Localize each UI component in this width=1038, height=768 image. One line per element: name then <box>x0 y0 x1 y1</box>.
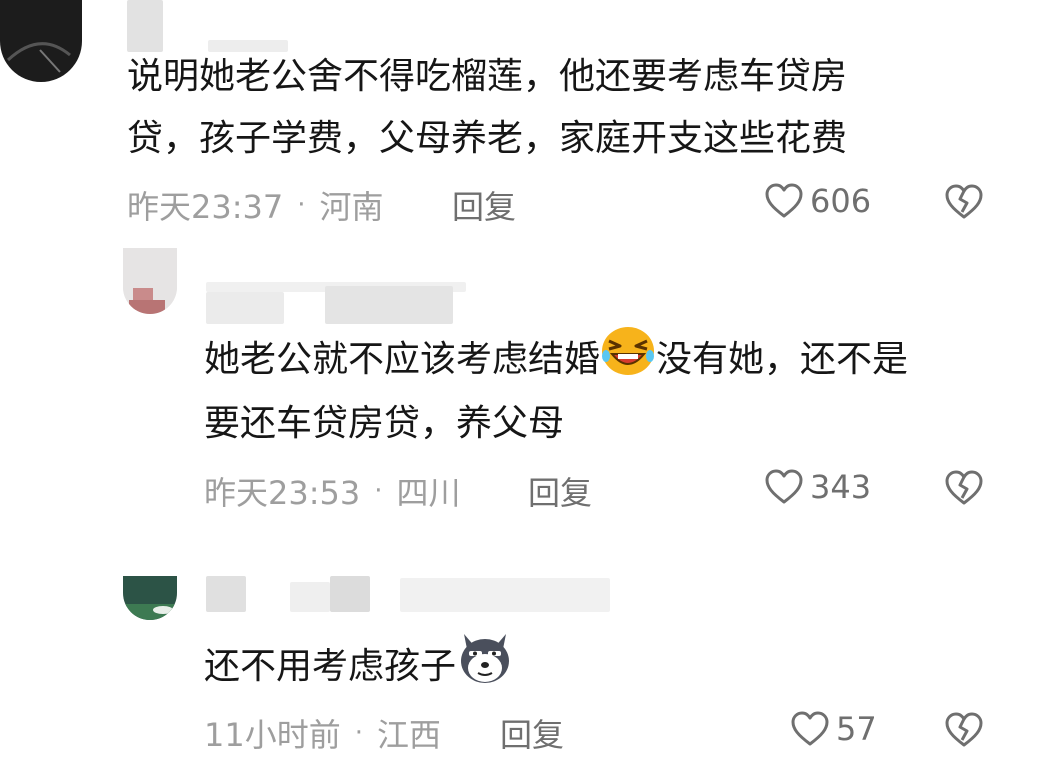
username-redacted <box>325 286 453 324</box>
comment-text-line: 还不用考虑孩子 <box>204 646 457 687</box>
comment-text: 贷，孩子学费，父母养老，家庭开支这些花费 <box>127 108 847 170</box>
comment-text: 要还车贷房贷，养父母 <box>204 393 564 455</box>
location: 四川 <box>396 474 461 512</box>
avatar[interactable] <box>0 0 82 82</box>
comment-text-line: 贷，孩子学费，父母养老，家庭开支这些花费 <box>127 118 848 159</box>
like-button[interactable]: 343 <box>764 468 871 506</box>
timestamp: 11小时前 <box>204 716 341 754</box>
heart-outline-icon <box>765 469 803 504</box>
like-count: 343 <box>810 468 872 506</box>
location: 江西 <box>377 716 442 754</box>
separator: · <box>374 476 383 506</box>
like-count: 57 <box>836 710 877 748</box>
comment-text-line: 说明她老公舍不得吃榴莲，他还要考虑车贷房 <box>127 56 848 97</box>
avatar[interactable] <box>123 248 177 314</box>
timestamp: 昨天23:37 <box>127 188 284 226</box>
heart-outline-icon <box>791 711 829 746</box>
comment-text: 说明她老公舍不得吃榴莲，他还要考虑车贷房 <box>127 46 847 108</box>
laughing-emoji-icon <box>600 326 656 396</box>
timestamp: 昨天23:53 <box>204 474 361 512</box>
husky-dog-emoji-icon <box>456 630 514 706</box>
username-redacted <box>330 576 370 612</box>
heart-outline-icon <box>765 183 803 218</box>
like-count: 606 <box>810 182 872 220</box>
comment-meta: 11小时前 · 江西 <box>204 710 441 756</box>
comment-text: 还不用考虑孩子 <box>204 630 514 706</box>
dislike-button[interactable] <box>944 711 984 753</box>
comment-text-line: 没有她，还不是 <box>656 339 909 380</box>
reply-button[interactable]: 回复 <box>500 710 564 756</box>
username-redacted <box>206 576 246 612</box>
reply-button[interactable]: 回复 <box>452 182 516 228</box>
comment-meta: 昨天23:37 · 河南 <box>127 182 384 228</box>
comment-text-line: 要还车贷房贷，养父母 <box>204 403 565 444</box>
separator: · <box>354 718 363 748</box>
like-button[interactable]: 57 <box>790 710 877 748</box>
username-redacted <box>290 582 330 612</box>
broken-heart-icon <box>945 184 983 219</box>
username-redacted <box>206 292 284 324</box>
location: 河南 <box>319 188 384 226</box>
avatar[interactable] <box>123 576 177 620</box>
comment-text-line: 她老公就不应该考虑结婚 <box>204 339 601 380</box>
broken-heart-icon <box>945 712 983 747</box>
username-redacted <box>127 0 163 52</box>
separator: · <box>297 190 306 220</box>
username-redacted <box>400 578 610 612</box>
reply-button[interactable]: 回复 <box>528 468 592 514</box>
dislike-button[interactable] <box>944 469 984 511</box>
broken-heart-icon <box>945 470 983 505</box>
like-button[interactable]: 606 <box>764 182 871 220</box>
comment-meta: 昨天23:53 · 四川 <box>204 468 461 514</box>
comment-text: 她老公就不应该考虑结婚 没有她，还不是 <box>204 326 908 396</box>
dislike-button[interactable] <box>944 183 984 225</box>
